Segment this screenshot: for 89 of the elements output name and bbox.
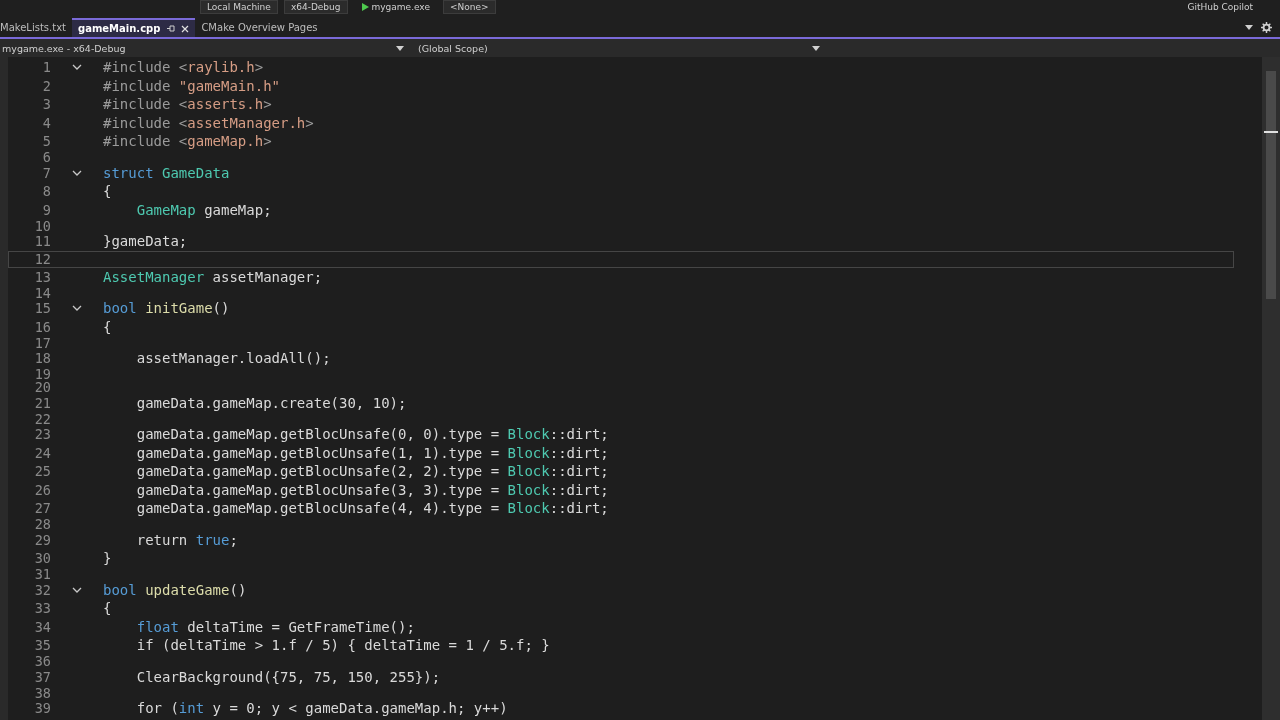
code-line: if (deltaTime > 1.f / 5) { deltaTime = 1 / 5.f; }: [135, 637, 550, 654]
line-number: 32: [33, 581, 51, 598]
play-icon: [360, 3, 369, 11]
code-line: bool initGame(): [103, 300, 230, 317]
toolbar-dropdown[interactable]: <None>: [442, 0, 496, 14]
line-number: 16: [33, 318, 51, 335]
line-number: 33: [33, 600, 51, 617]
line-number: 21: [33, 394, 51, 411]
line-number: 8: [41, 183, 51, 200]
line-number: 18: [33, 350, 51, 367]
code-line: gameData.gameMap.getBlocUnsafe(4, 4).type = Block::dirt;: [135, 500, 609, 517]
line-number: 10: [33, 217, 51, 234]
code-line: struct GameData: [103, 164, 230, 181]
code-line: return true;: [135, 531, 238, 548]
line-number: 4: [41, 114, 51, 131]
close-icon[interactable]: [181, 24, 190, 33]
line-number: 9: [41, 201, 51, 218]
code-line: bool updateGame(): [103, 581, 247, 598]
code-line: gameData.gameMap.getBlocUnsafe(3, 3).type = Block::dirt;: [135, 481, 609, 498]
line-number: 36: [33, 653, 51, 669]
fold-chevron-icon[interactable]: [72, 585, 82, 594]
dropdown-icon: [812, 45, 820, 51]
code-line: {: [103, 318, 112, 335]
code-line: }: [103, 550, 112, 567]
code-line: GameMap gameMap;: [135, 201, 272, 218]
scope-dropdown[interactable]: (Global Scope): [416, 40, 826, 56]
line-number: 6: [41, 149, 51, 165]
toolbar-dropdown[interactable]: Local Machine: [200, 0, 278, 14]
code-line: #include <assetManager.h>: [103, 114, 314, 131]
code-line: }gameData;: [103, 233, 188, 250]
button-label: mygame.exe: [371, 1, 430, 13]
line-number: 13: [33, 268, 51, 285]
scrollbar[interactable]: [1262, 57, 1280, 720]
line-number: 12: [33, 251, 51, 267]
line-number: 27: [33, 500, 51, 517]
line-number: 37: [33, 668, 51, 685]
line-number: 15: [33, 300, 51, 317]
line-number: 29: [33, 531, 51, 548]
line-number: 24: [33, 444, 51, 461]
code-line: gameData.gameMap.getBlocUnsafe(1, 1).type = Block::dirt;: [135, 444, 609, 461]
fold-chevron-icon[interactable]: [72, 304, 82, 313]
code-line: gameData.gameMap.getBlocUnsafe(2, 2).type = Block::dirt;: [135, 463, 609, 480]
code-line: assetManager.loadAll();: [135, 350, 331, 367]
fold-chevron-icon[interactable]: [72, 63, 82, 72]
line-number: 38: [33, 684, 51, 701]
code-line: #include <raylib.h>: [103, 59, 264, 76]
file-tab[interactable]: MakeLists.txt: [0, 18, 72, 37]
code-line: {: [103, 183, 112, 200]
line-number: 7: [41, 164, 51, 181]
line-number: 39: [33, 700, 51, 717]
code-line: #include <gameMap.h>: [103, 133, 272, 150]
line-number: 11: [33, 233, 51, 250]
code-line: {: [103, 600, 112, 617]
pin-icon[interactable]: [166, 24, 176, 33]
line-number: 35: [33, 637, 51, 654]
toolbar-dropdown[interactable]: x64-Debug: [283, 0, 348, 14]
line-number: 28: [33, 516, 51, 532]
file-tab[interactable]: CMake Overview Pages: [195, 18, 324, 37]
code-line: #include "gameMain.h": [103, 77, 280, 94]
code-line: float deltaTime = GetFrameTime();: [135, 618, 415, 635]
code-line: ClearBackground({75, 75, 150, 255});: [135, 668, 441, 685]
line-number: 19: [33, 366, 51, 382]
line-number: 5: [41, 133, 51, 150]
line-number: 17: [33, 334, 51, 351]
code-line: #include <asserts.h>: [103, 96, 272, 113]
line-number: 34: [33, 618, 51, 635]
line-number: 2: [41, 77, 51, 94]
line-number: 3: [41, 96, 51, 113]
line-number: 22: [33, 410, 51, 427]
line-number: 31: [33, 566, 51, 582]
code-line: gameData.gameMap.getBlocUnsafe(0, 0).type = Block::dirt;: [135, 426, 609, 443]
line-number: 26: [33, 481, 51, 498]
project-dropdown[interactable]: mygame.exe - x64-Debug: [0, 40, 410, 56]
line-number: 20: [33, 379, 51, 395]
run-button[interactable]: mygame.exe: [353, 0, 437, 14]
line-number: 14: [33, 284, 51, 301]
line-number: 1: [41, 59, 51, 76]
file-tab[interactable]: gameMain.cpp: [72, 18, 196, 37]
code-line: for (int y = 0; y < gameData.gameMap.h; y++): [135, 700, 508, 717]
dropdown-icon[interactable]: [1245, 25, 1253, 30]
line-number: 25: [33, 463, 51, 480]
code-line: AssetManager assetManager;: [103, 268, 323, 285]
fold-chevron-icon[interactable]: [72, 168, 82, 177]
dropdown-icon: [396, 45, 404, 51]
code-line: gameData.gameMap.create(30, 10);: [135, 394, 407, 411]
settings-icon[interactable]: [1261, 22, 1272, 33]
line-number: 30: [33, 550, 51, 567]
copilot-button[interactable]: GitHub Copilot: [1180, 0, 1260, 14]
line-number: 23: [33, 426, 51, 443]
